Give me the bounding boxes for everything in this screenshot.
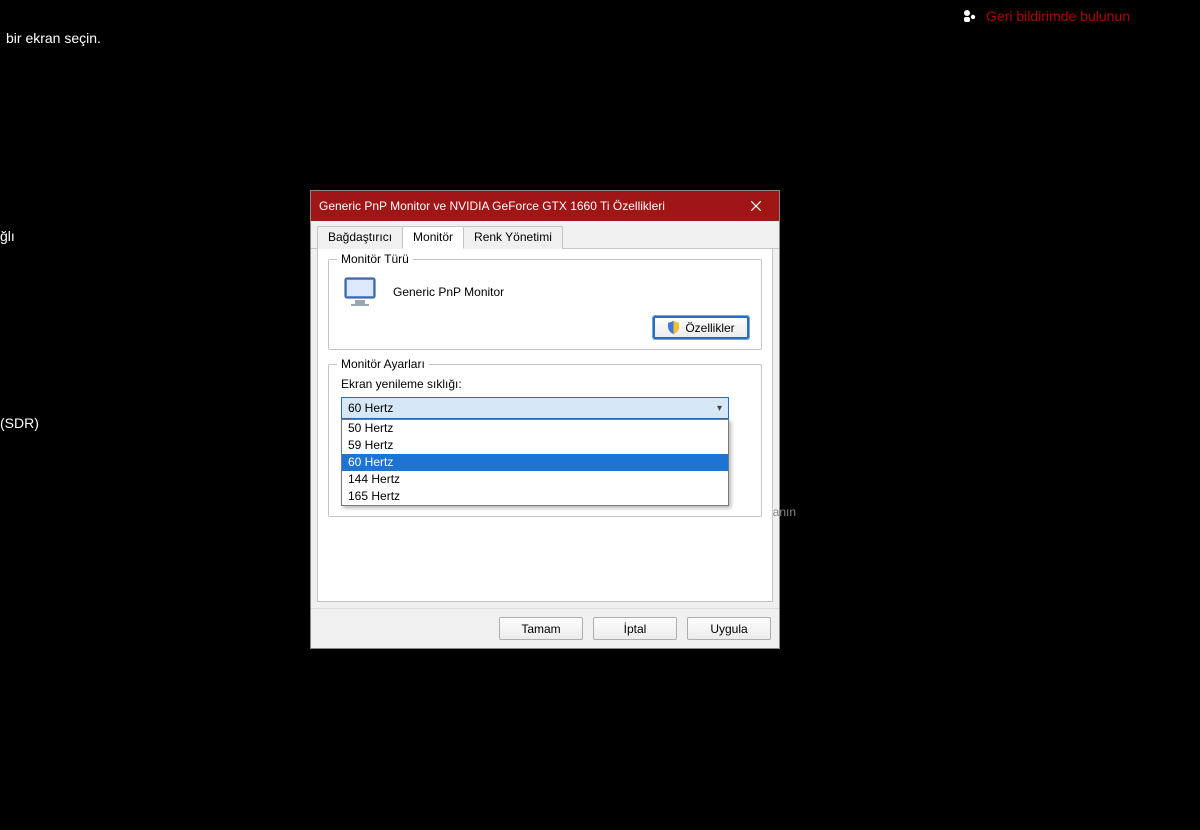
tab-color-management[interactable]: Renk Yönetimi <box>463 226 563 249</box>
panel-spacer <box>328 531 762 591</box>
obscured-text-fragment: anın <box>773 505 796 519</box>
monitor-properties-dialog: Generic PnP Monitor ve NVIDIA GeForce GT… <box>310 190 780 649</box>
properties-button-label: Özellikler <box>685 321 734 335</box>
cancel-button[interactable]: İptal <box>593 617 677 640</box>
refresh-option-60[interactable]: 60 Hertz <box>342 454 728 471</box>
bg-hint-sdr: (SDR) <box>0 415 39 431</box>
refresh-rate-combobox[interactable]: 60 Hertz ▾ <box>341 397 729 419</box>
tab-adapter[interactable]: Bağdaştırıcı <box>317 226 403 249</box>
close-icon <box>751 199 761 214</box>
refresh-rate-selected: 60 Hertz <box>348 401 393 415</box>
tab-monitor[interactable]: Monitör <box>402 226 464 249</box>
group-monitor-type: Monitör Türü Generic PnP Monitor <box>328 259 762 350</box>
refresh-rate-dropdown[interactable]: 50 Hertz 59 Hertz 60 Hertz 144 Hertz 165… <box>341 419 729 506</box>
feedback-link[interactable]: Geri bildirimde bulunun <box>962 8 1130 24</box>
chevron-down-icon: ▾ <box>717 403 722 414</box>
tabstrip: Bağdaştırıcı Monitör Renk Yönetimi <box>311 221 779 249</box>
refresh-option-50[interactable]: 50 Hertz <box>342 420 728 437</box>
group-monitor-settings: Monitör Ayarları Ekran yenileme sıklığı:… <box>328 364 762 517</box>
shield-icon <box>667 321 680 334</box>
refresh-option-144[interactable]: 144 Hertz <box>342 471 728 488</box>
feedback-icon <box>962 8 978 24</box>
apply-button[interactable]: Uygula <box>687 617 771 640</box>
dialog-title: Generic PnP Monitor ve NVIDIA GeForce GT… <box>319 199 665 213</box>
close-button[interactable] <box>733 191 779 221</box>
group-monitor-type-legend: Monitör Türü <box>337 252 413 266</box>
group-monitor-settings-legend: Monitör Ayarları <box>337 357 429 371</box>
dialog-button-row: Tamam İptal Uygula <box>311 608 779 648</box>
properties-button[interactable]: Özellikler <box>653 316 749 339</box>
feedback-label: Geri bildirimde bulunun <box>986 8 1130 24</box>
tab-panel-monitor: Monitör Türü Generic PnP Monitor <box>317 249 773 602</box>
refresh-option-59[interactable]: 59 Hertz <box>342 437 728 454</box>
bg-hint-connected-suffix: ğlı <box>0 228 15 244</box>
bg-hint-select-screen: bir ekran seçin. <box>6 30 101 46</box>
refresh-rate-label: Ekran yenileme sıklığı: <box>341 377 749 391</box>
refresh-option-165[interactable]: 165 Hertz <box>342 488 728 505</box>
ok-button[interactable]: Tamam <box>499 617 583 640</box>
monitor-name: Generic PnP Monitor <box>393 285 504 299</box>
titlebar[interactable]: Generic PnP Monitor ve NVIDIA GeForce GT… <box>311 191 779 221</box>
monitor-icon <box>343 276 379 308</box>
